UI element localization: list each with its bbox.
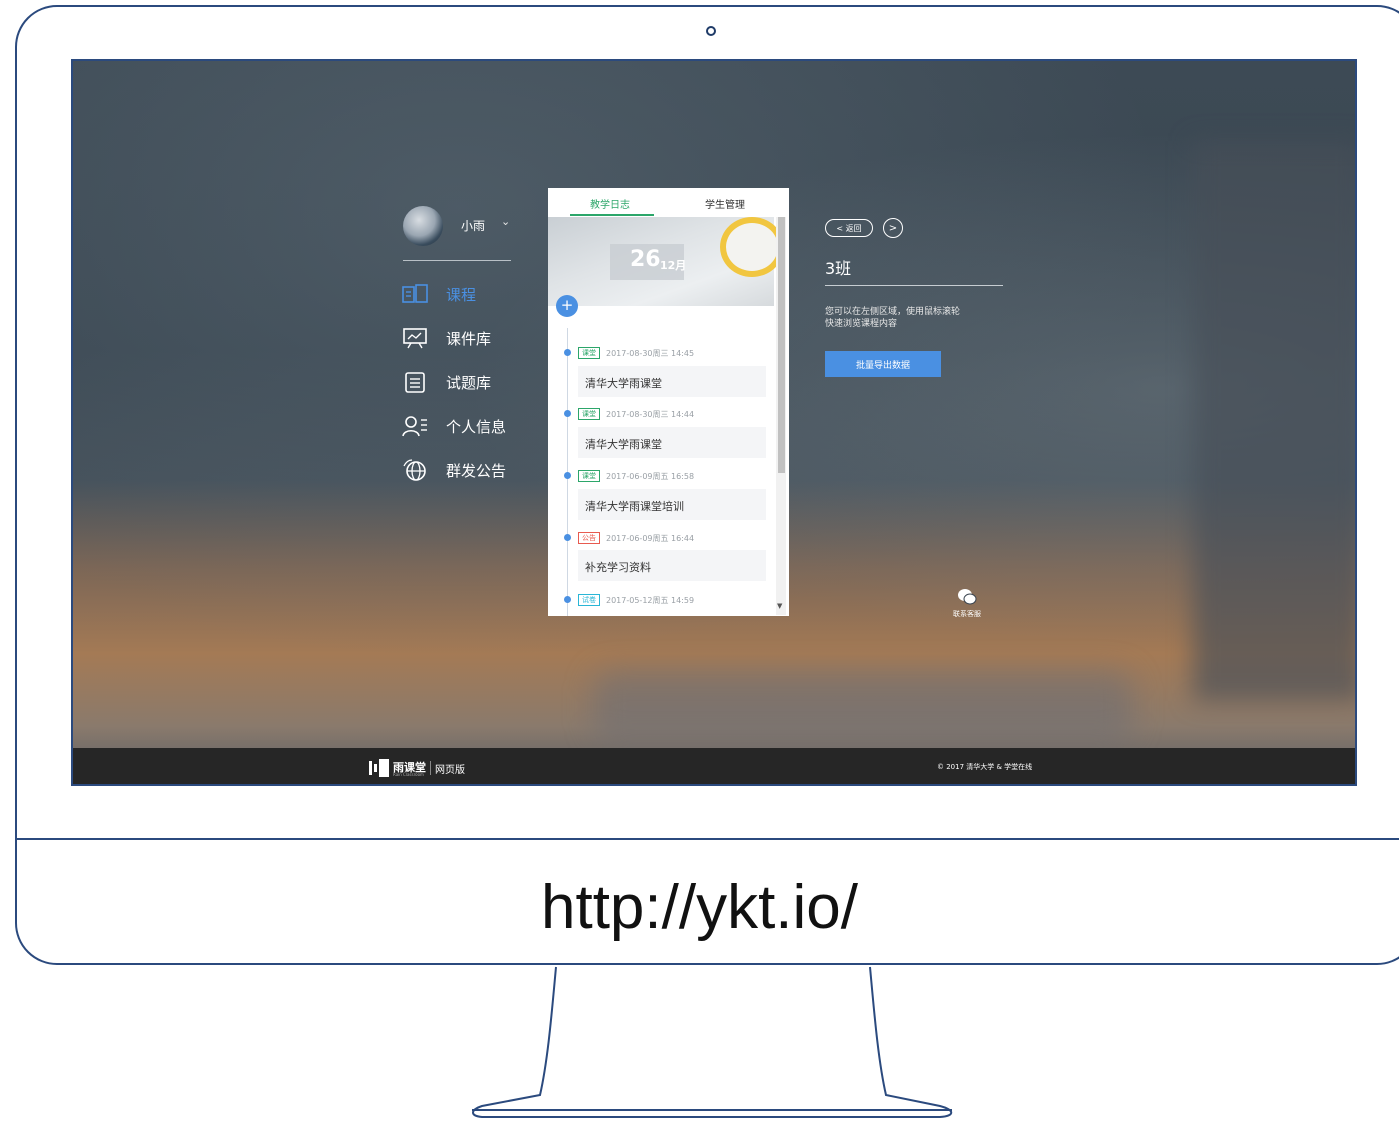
chevron-down-icon[interactable]: ⌄ bbox=[501, 215, 510, 228]
entry-time: 2017-08-30周三 14:45 bbox=[606, 349, 695, 358]
timeline-dot bbox=[564, 349, 571, 356]
course-book-icon bbox=[401, 281, 429, 307]
tab-teaching-log[interactable]: 教学日志 bbox=[590, 196, 630, 211]
entry-tag: 课堂 bbox=[578, 470, 600, 482]
list-item[interactable]: 清华大学雨课堂培训 bbox=[578, 489, 766, 520]
entry-title: 清华大学雨课堂培训 bbox=[585, 500, 684, 513]
chevron-left-icon: < bbox=[836, 223, 846, 233]
hint-line: 您可以在左侧区域，使用鼠标滚轮 bbox=[825, 307, 961, 317]
hint-line: 快速浏览课程内容 bbox=[825, 319, 898, 329]
background-laptop bbox=[1193, 141, 1355, 701]
entry-tag: 课堂 bbox=[578, 408, 600, 420]
add-button[interactable]: + bbox=[556, 295, 578, 317]
sidebar-item-courseware[interactable]: 课件库 bbox=[401, 325, 491, 351]
teaching-log-panel: 教学日志 学生管理 26 12月 + 课堂 2017-08-30周三 14:45… bbox=[548, 188, 789, 616]
sidebar-item-course[interactable]: 课程 bbox=[401, 281, 476, 307]
courseware-icon bbox=[401, 325, 429, 351]
back-button[interactable]: < 返回 bbox=[825, 219, 873, 237]
hint-text: 您可以在左侧区域，使用鼠标滚轮 快速浏览课程内容 bbox=[825, 306, 1005, 330]
logo-subtext: Rain Classroom bbox=[393, 772, 424, 777]
entry-tag: 课堂 bbox=[578, 347, 600, 359]
entry-title: 补充学习资料 bbox=[585, 561, 651, 574]
background-desk bbox=[593, 671, 1133, 741]
logo-divider bbox=[430, 761, 431, 775]
clock-decoration bbox=[720, 217, 784, 277]
nav-divider bbox=[403, 260, 511, 261]
list-item[interactable]: 清华大学雨课堂 bbox=[578, 427, 766, 458]
profile-icon bbox=[401, 413, 429, 439]
entry-time: 2017-08-30周三 14:44 bbox=[606, 410, 695, 419]
timeline-dot bbox=[564, 410, 571, 417]
contact-support-link[interactable]: 联系客服 bbox=[953, 609, 981, 619]
screen: 小雨 ⌄ 课程 课件库 试题库 个人信息 群发公告 教学日志 学生管理 26 1… bbox=[71, 59, 1357, 786]
sidebar-item-broadcast[interactable]: 群发公告 bbox=[401, 457, 506, 483]
entry-tag: 公告 bbox=[578, 532, 600, 544]
question-bank-icon bbox=[401, 369, 429, 395]
date-day: 26 bbox=[630, 247, 661, 272]
entry-title: 清华大学雨课堂 bbox=[585, 377, 662, 390]
sidebar-item-label: 课件库 bbox=[446, 329, 492, 348]
sidebar-item-profile[interactable]: 个人信息 bbox=[401, 413, 506, 439]
date-month: 12月 bbox=[660, 259, 687, 272]
chevron-right-icon: > bbox=[888, 222, 898, 234]
username[interactable]: 小雨 bbox=[461, 217, 485, 234]
rain-classroom-logo bbox=[369, 759, 391, 777]
sidebar-item-label: 试题库 bbox=[446, 373, 492, 392]
sidebar-item-label: 课程 bbox=[446, 285, 477, 304]
entry-tag: 试卷 bbox=[578, 594, 600, 606]
sidebar-item-label: 群发公告 bbox=[446, 461, 507, 480]
class-title: 3班 bbox=[825, 259, 852, 278]
tab-student-management[interactable]: 学生管理 bbox=[705, 196, 745, 211]
timeline-dot bbox=[564, 596, 571, 603]
version-label: 网页版 bbox=[435, 765, 465, 776]
scrollbar-thumb[interactable] bbox=[778, 217, 785, 473]
entry-time: 2017-05-12周五 14:59 bbox=[606, 596, 695, 605]
timeline-dot bbox=[564, 472, 571, 479]
broadcast-globe-icon bbox=[401, 457, 429, 483]
list-item[interactable]: 补充学习资料 bbox=[578, 550, 766, 581]
copyright: © 2017 清华大学 & 学堂在线 bbox=[937, 763, 1033, 771]
timeline-dot bbox=[564, 534, 571, 541]
footer-bar bbox=[73, 748, 1355, 784]
avatar[interactable] bbox=[403, 206, 443, 246]
class-divider bbox=[825, 285, 1003, 286]
entry-title: 清华大学雨课堂 bbox=[585, 438, 662, 451]
wechat-icon[interactable] bbox=[957, 588, 977, 606]
back-label: 返回 bbox=[845, 223, 862, 233]
sidebar-item-label: 个人信息 bbox=[446, 417, 507, 436]
panel-tabs: 教学日志 学生管理 bbox=[548, 188, 774, 216]
entry-time: 2017-06-09周五 16:58 bbox=[606, 472, 695, 481]
scroll-down-icon[interactable]: ▼ bbox=[777, 602, 782, 610]
export-data-button[interactable]: 批量导出数据 bbox=[825, 351, 941, 377]
sidebar-item-question-bank[interactable]: 试题库 bbox=[401, 369, 491, 395]
list-item[interactable]: 清华大学雨课堂 bbox=[578, 366, 766, 397]
active-tab-indicator bbox=[570, 214, 654, 216]
forward-button[interactable]: > bbox=[883, 218, 903, 238]
entry-time: 2017-06-09周五 16:44 bbox=[606, 534, 695, 543]
